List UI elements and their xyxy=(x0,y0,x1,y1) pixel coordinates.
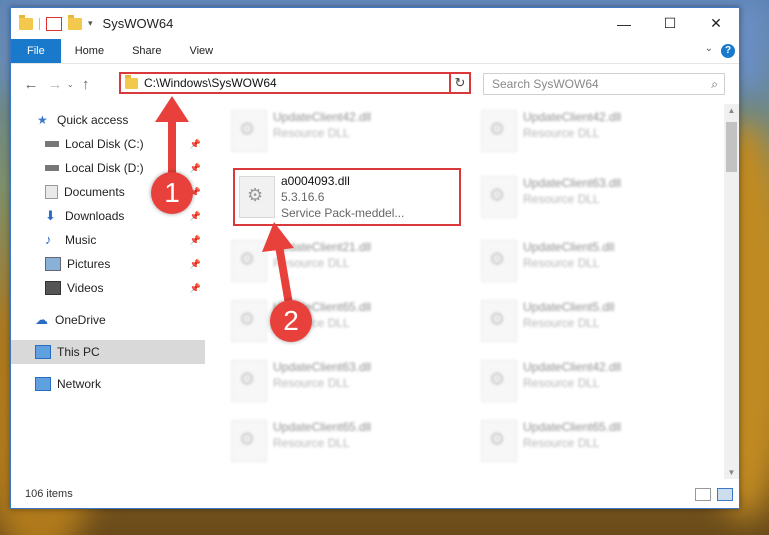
callout-1: 1 xyxy=(151,172,193,214)
arrow-1 xyxy=(155,96,189,178)
callout-2: 2 xyxy=(270,300,312,342)
annotation-arrows xyxy=(155,96,294,311)
arrow-2 xyxy=(262,222,294,311)
